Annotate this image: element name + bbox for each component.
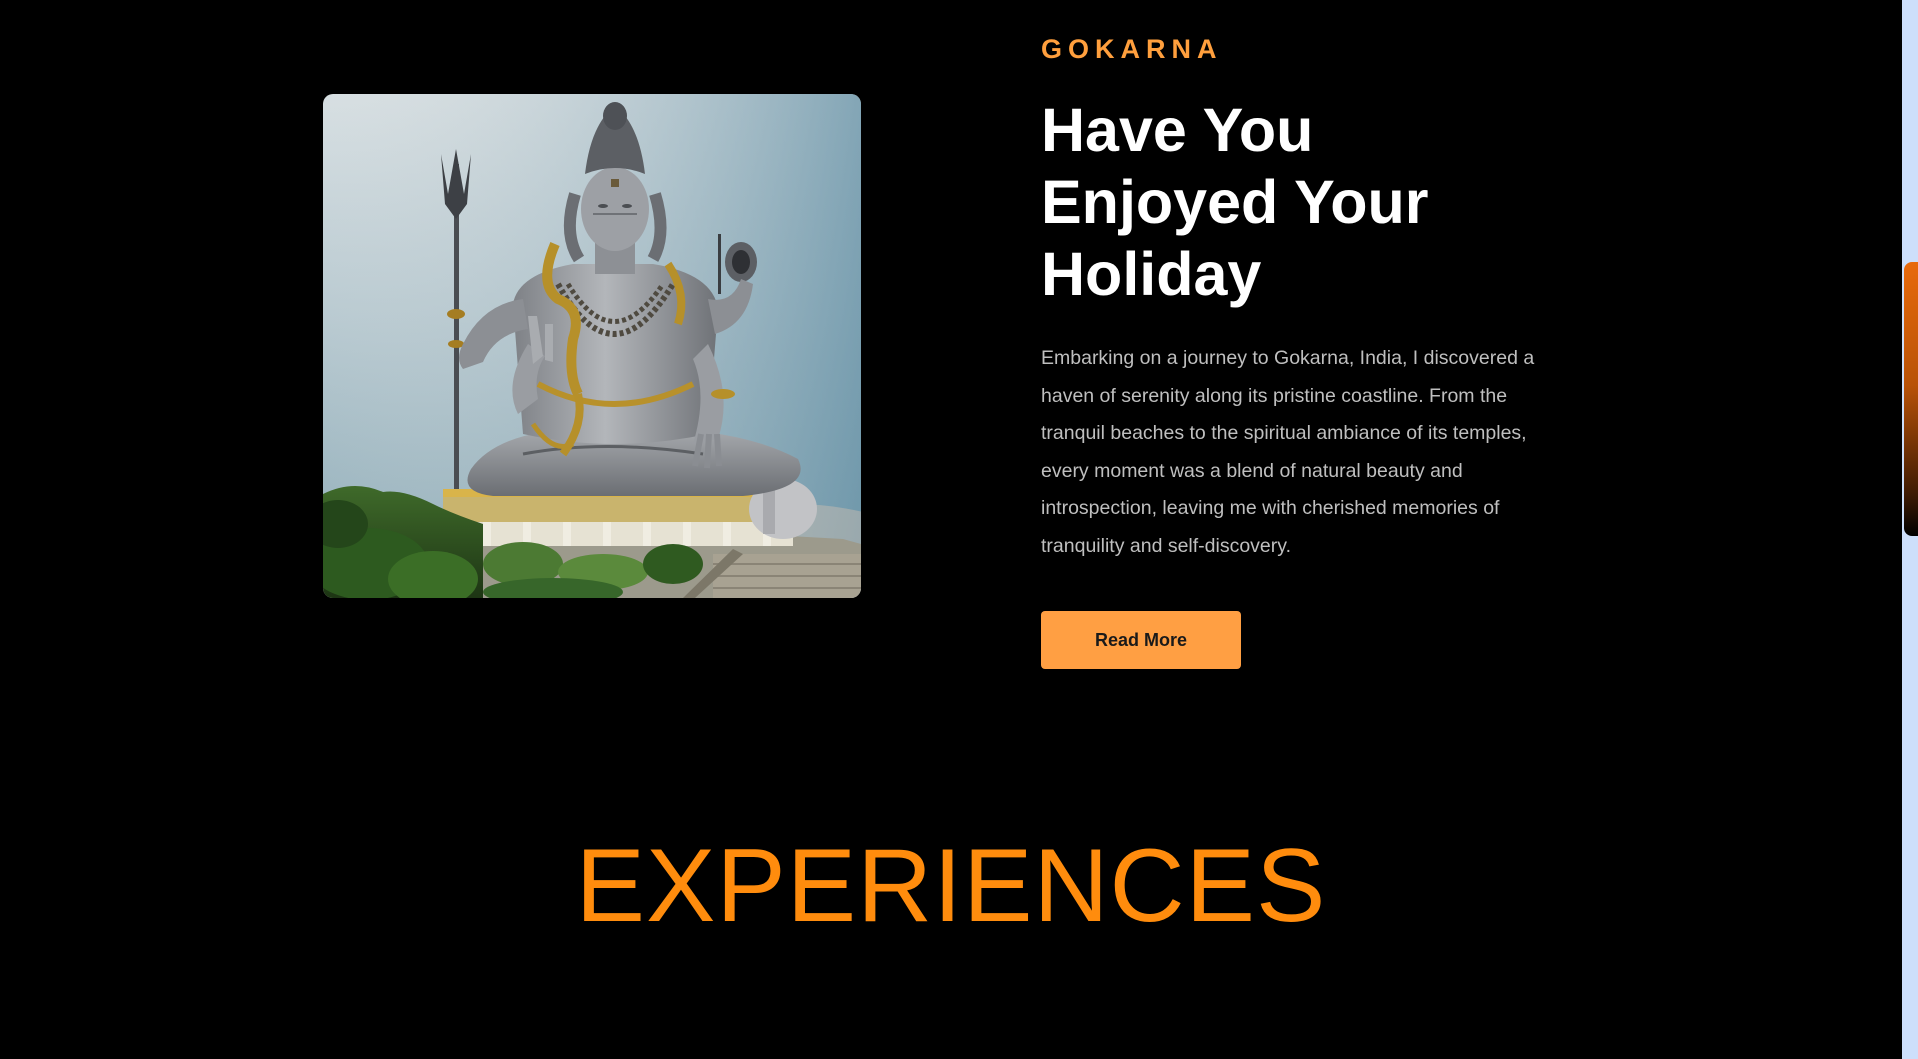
description: Embarking on a journey to Gokarna, India…: [1041, 347, 1535, 557]
page-scrollbar[interactable]: [1902, 0, 1918, 1059]
read-more-button[interactable]: Read More: [1041, 611, 1241, 669]
page: GOKARNA Have You Enjoyed Your Holiday Em…: [0, 0, 1902, 1059]
destination-photo: [323, 94, 861, 598]
destination-text: GOKARNA Have You Enjoyed Your Holiday Em…: [1041, 30, 1561, 669]
scrollbar-thumb[interactable]: [1904, 262, 1918, 536]
experiences-heading: EXPERIENCES: [575, 828, 1327, 944]
location-label: GOKARNA: [1041, 34, 1223, 64]
headline: Have You Enjoyed Your Holiday: [1041, 96, 1429, 308]
statue-image: [323, 94, 861, 598]
